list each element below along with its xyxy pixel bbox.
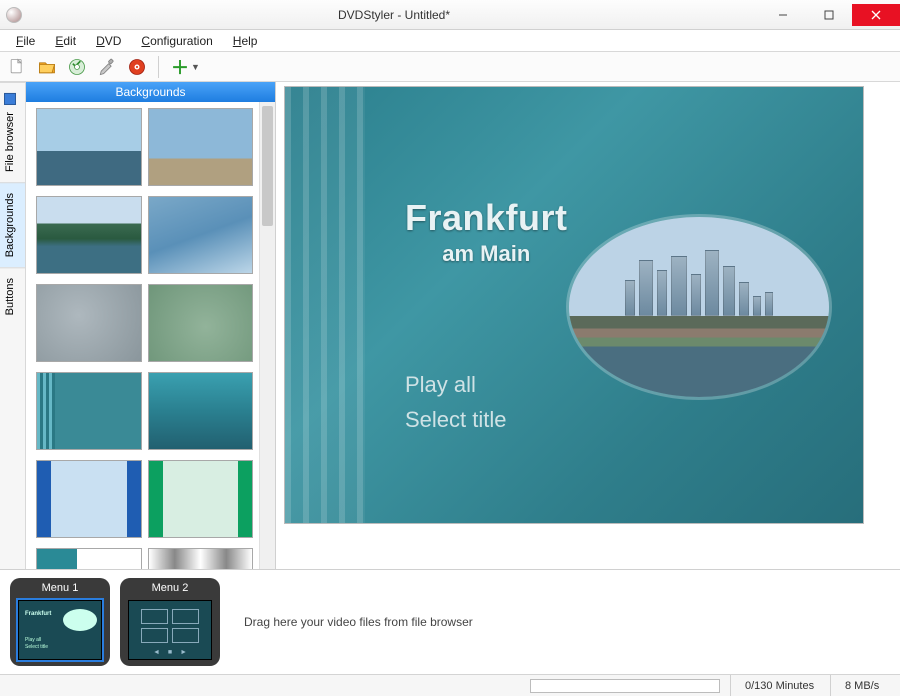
background-thumb[interactable] [36,372,142,450]
background-thumb[interactable] [36,196,142,274]
menu-configuration[interactable]: Configuration [131,33,222,49]
background-thumb[interactable] [148,372,254,450]
burn-disc-button[interactable] [124,54,150,80]
backgrounds-scrollbar[interactable] [259,102,275,569]
background-thumb[interactable] [36,460,142,538]
toolbar: ＋ ▼ [0,52,900,82]
background-thumb[interactable] [36,548,142,569]
folder-icon [4,93,16,105]
settings-button[interactable] [94,54,120,80]
disc-usage-progress [530,679,720,693]
app-icon [6,7,22,23]
backgrounds-grid [26,102,259,569]
backgrounds-panel: Backgrounds [26,82,276,569]
tab-label: File browser [4,112,16,172]
scrollbar-thumb[interactable] [262,106,273,226]
menu-title-main: Frankfurt [405,197,568,239]
background-thumb[interactable] [36,108,142,186]
menu-link-select-title[interactable]: Select title [405,402,507,437]
menu-oval-image[interactable] [569,217,829,397]
backgrounds-scroll [26,102,275,569]
background-thumb[interactable] [148,108,254,186]
timeline-menu-thumb: Frankfurt Play allSelect title [18,600,102,660]
minimize-button[interactable] [760,4,806,26]
save-project-button[interactable] [64,54,90,80]
timeline-strip[interactable]: Menu 1 Frankfurt Play allSelect title Me… [0,569,900,674]
plus-icon: ＋ [171,54,189,80]
backgrounds-panel-header: Backgrounds [26,82,275,102]
status-minutes: 0/130 Minutes [730,675,830,696]
add-menu-button[interactable]: ＋ ▼ [167,54,204,80]
status-bar: 0/130 Minutes 8 MB/s [0,674,900,696]
tab-label: Buttons [4,278,16,315]
chevron-down-icon: ▼ [191,62,200,72]
menu-links: Play all Select title [405,367,507,437]
background-thumb[interactable] [148,460,254,538]
menu-file[interactable]: File [6,33,45,49]
work-area: File browser Backgrounds Buttons Backgro… [0,82,900,569]
timeline-menu-1[interactable]: Menu 1 Frankfurt Play allSelect title [10,578,110,666]
timeline-menu-label: Menu 1 [42,582,79,596]
timeline-drop-hint: Drag here your video files from file bro… [230,615,890,629]
menu-edit[interactable]: Edit [45,33,86,49]
menu-title-sub: am Main [405,241,568,267]
tab-label: Backgrounds [4,193,16,257]
menu-link-play-all[interactable]: Play all [405,367,507,402]
menu-title-block[interactable]: Frankfurt am Main [405,197,568,267]
timeline-menu-2[interactable]: Menu 2 ◄■► [120,578,220,666]
menu-dvd[interactable]: DVD [86,33,131,49]
oval-skyline [595,256,803,316]
tab-buttons[interactable]: Buttons [0,267,25,325]
close-button[interactable] [852,4,900,26]
menu-bar: File Edit DVD Configuration Help [0,30,900,52]
status-speed: 8 MB/s [830,675,900,696]
preview-area: Frankfurt am Main Play all Select title [276,82,900,569]
background-thumb[interactable] [148,196,254,274]
new-project-button[interactable] [4,54,30,80]
tab-file-browser[interactable]: File browser [0,82,25,182]
window-title: DVDStyler - Untitled* [28,8,760,22]
menu-help[interactable]: Help [223,33,268,49]
maximize-button[interactable] [806,4,852,26]
toolbar-separator [158,56,159,78]
timeline-menu-label: Menu 2 [152,582,189,596]
timeline-menu-thumb: ◄■► [128,600,212,660]
open-project-button[interactable] [34,54,60,80]
tab-backgrounds[interactable]: Backgrounds [0,182,25,267]
background-thumb[interactable] [148,284,254,362]
menu-canvas[interactable]: Frankfurt am Main Play all Select title [284,86,864,524]
title-bar: DVDStyler - Untitled* [0,0,900,30]
side-tabs: File browser Backgrounds Buttons [0,82,26,569]
background-thumb[interactable] [148,548,254,569]
canvas-stripes-decor [285,87,365,523]
window-controls [760,4,900,26]
background-thumb[interactable] [36,284,142,362]
